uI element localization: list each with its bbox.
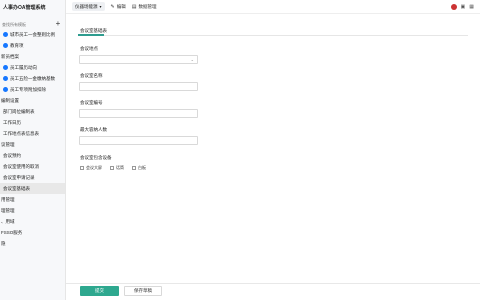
table-icon: ▤ [131,3,137,10]
sidebar-item[interactable]: 城市员工一会整则比例 [0,29,65,40]
checkbox[interactable] [132,166,136,170]
sidebar-item-label: 会议室使用的取消 [3,163,39,169]
capacity-input[interactable] [79,136,198,145]
sidebar-item[interactable]: 会议预约 [0,150,65,161]
equipment-option-whiteboard[interactable]: 白板 [132,165,146,171]
save-draft-button[interactable]: 保存草稿 [124,286,162,296]
room-code-label: 会议室编号 [80,100,103,105]
nav-dot-icon [3,65,8,70]
sidebar-item-label: 员工履历动向 [10,64,37,70]
submit-button[interactable]: 提交 [80,286,119,296]
avatar[interactable] [450,3,457,10]
equipment-option-label: 会议大屏 [86,165,102,170]
sidebar-group-label: 编制设置 [1,97,19,103]
sidebar: 人事办OA管理系统 + 城市员工一会整则比例 教育项 新员档案 员工履历动向 员… [0,0,66,300]
equipment-option-label: 话筒 [116,165,124,170]
sidebar-group-label: 议管理 [1,141,15,147]
sidebar-item-label: 会议室基础表 [3,185,30,191]
location-label: 会议地点 [80,46,98,51]
sidebar-item[interactable]: 会议室使用的取消 [0,161,65,172]
sidebar-group[interactable]: 用管理 [0,194,65,205]
top-bar: 仪器场能源 ▾ ✎ 编辑 ▤ 数据管理 ▣ ▦ [66,0,480,14]
sidebar-group-label: 、用域 [1,218,15,224]
sidebar-item-label: 员工专项附加扣除 [10,86,46,92]
sidebar-item-label: 部门岗位编制表 [3,108,35,114]
sidebar-search-row: + [0,19,65,29]
sidebar-item-label: 教育项 [10,42,24,48]
sidebar-group[interactable]: 、用域 [0,216,65,227]
edit-label: 编辑 [116,3,126,9]
sidebar-group[interactable]: 编制设置 [0,95,65,106]
tab-active-indicator [78,34,104,36]
equipment-option-label: 白板 [138,165,146,170]
sidebar-item-active[interactable]: 会议室基础表 [0,183,65,194]
sidebar-group-label: 用管理 [1,196,15,202]
breadcrumb-label: 仪器场能源 [75,3,98,9]
nav-dot-icon [3,43,8,48]
sidebar-item[interactable]: 员工履历动向 [0,62,65,73]
data-manage-button[interactable]: ▤ 数据管理 [132,4,157,10]
sidebar-item-label: 工作日历 [3,119,21,125]
location-select[interactable]: ⌄ [79,55,198,64]
sidebar-item[interactable]: 部门岗位编制表 [0,106,65,117]
footer-divider [66,283,480,284]
nav-dot-icon [3,32,8,37]
app-title: 人事办OA管理系统 [3,4,46,11]
add-button[interactable]: + [54,20,62,28]
sidebar-item-label: 会议预约 [3,152,21,158]
sidebar-group-label: FSSO服务 [1,229,23,235]
main-content: 会议室基础表 会议地点 ⌄ 会议室名称 会议室编号 最大容纳人数 会议室包含设备… [66,14,480,300]
settings-icon[interactable]: ▣ [461,4,466,10]
sidebar-menu: 城市员工一会整则比例 教育项 新员档案 员工履历动向 员工五险一金缴纳基数 员工… [0,29,65,249]
sidebar-group-label: 新员档案 [1,53,19,59]
checkbox[interactable] [80,166,84,170]
sidebar-item-label: 会议室申请记录 [3,174,35,180]
room-name-label: 会议室名称 [80,73,103,78]
nav-dot-icon [3,76,8,81]
room-code-input[interactable] [79,109,198,118]
sidebar-item[interactable]: 工作日历 [0,117,65,128]
sidebar-group[interactable]: 隐 [0,238,65,249]
equipment-option-screen[interactable]: 会议大屏 [80,165,102,171]
chevron-down-icon: ▾ [99,4,102,9]
sidebar-search-input[interactable] [2,20,52,28]
sidebar-group[interactable]: 理管理 [0,205,65,216]
room-name-input[interactable] [79,82,198,91]
sidebar-item[interactable]: 教育项 [0,40,65,51]
top-right-tools: ▣ ▦ [450,3,480,10]
equipment-label: 会议室包含设备 [80,155,112,160]
data-manage-label: 数据管理 [138,3,157,9]
sidebar-item-label: 工作地点表信息表 [3,130,39,136]
sidebar-group[interactable]: 新员档案 [0,51,65,62]
capacity-label: 最大容纳人数 [80,127,107,132]
sidebar-item-label: 员工五险一金缴纳基数 [10,75,55,81]
sidebar-group-label: 理管理 [1,207,15,213]
equipment-option-mic[interactable]: 话筒 [110,165,124,171]
checkbox[interactable] [110,166,114,170]
sidebar-group[interactable]: 议管理 [0,139,65,150]
sidebar-item[interactable]: 会议室申请记录 [0,172,65,183]
pencil-icon: ✎ [110,3,115,10]
equipment-checkbox-group: 会议大屏 话筒 白板 [80,165,146,171]
sidebar-item[interactable]: 工作地点表信息表 [0,128,65,139]
edit-button[interactable]: ✎ 编辑 [111,4,126,10]
sidebar-item[interactable]: 员工五险一金缴纳基数 [0,73,65,84]
tab-divider [78,35,468,36]
sidebar-item[interactable]: 员工专项附加扣除 [0,84,65,95]
grid-icon[interactable]: ▦ [469,4,474,10]
sidebar-group-label: 隐 [1,240,6,246]
sidebar-item-label: 城市员工一会整则比例 [10,31,55,37]
chevron-down-icon: ⌄ [190,57,194,62]
breadcrumb-dropdown[interactable]: 仪器场能源 ▾ [72,2,105,11]
nav-dot-icon [3,87,8,92]
sidebar-group[interactable]: FSSO服务 [0,227,65,238]
